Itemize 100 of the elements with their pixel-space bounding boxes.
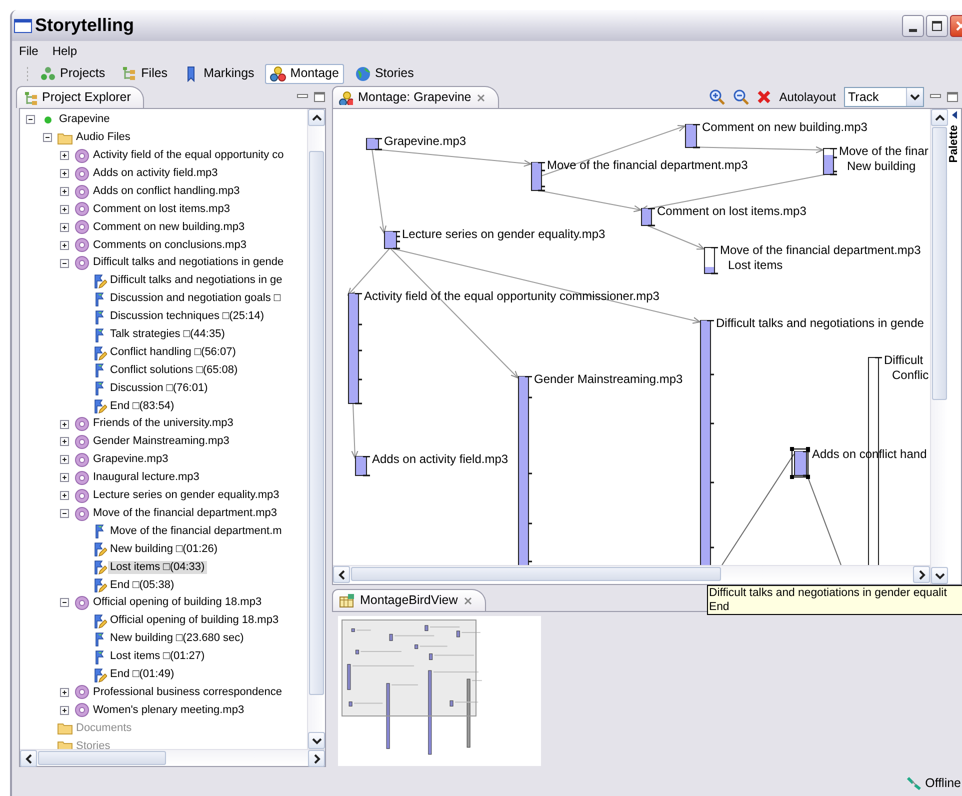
maximize-button[interactable] (926, 14, 948, 36)
audio-track-bar[interactable] (700, 320, 715, 565)
audio-track-bar[interactable] (366, 138, 383, 151)
perspective-button[interactable]: Markings (178, 64, 260, 84)
maximize-view-icon[interactable] (947, 92, 958, 102)
audio-track-bar[interactable] (704, 247, 719, 275)
tree-item[interactable]: Adds on conflict handling.mp3 (91, 184, 242, 198)
tree-item[interactable]: Discussion □(76:01) (108, 382, 210, 395)
audio-track-bar[interactable] (641, 208, 656, 227)
tree-item[interactable]: Grapevine (57, 113, 112, 127)
expand-toggle[interactable] (60, 437, 69, 446)
expand-toggle[interactable] (60, 169, 69, 178)
scroll-right-button[interactable] (308, 750, 325, 767)
scroll-up-button[interactable] (308, 109, 325, 126)
audio-track-bar[interactable] (794, 451, 811, 477)
maximize-view-icon[interactable] (314, 92, 325, 102)
horizontal-scrollbar[interactable] (333, 565, 930, 582)
expand-toggle[interactable] (60, 598, 69, 608)
vertical-scrollbar[interactable] (307, 109, 325, 749)
layout-select[interactable]: Track (844, 87, 924, 107)
tree-item[interactable]: Women's plenary meeting.mp3 (91, 704, 246, 717)
tree-item[interactable]: Conflict solutions □(65:08) (108, 364, 240, 377)
tree-item[interactable]: Difficult talks and negotiations in ge (108, 274, 284, 288)
tree-item[interactable]: Comments on conclusions.mp3 (91, 238, 248, 252)
menu-item[interactable]: Help (51, 44, 78, 58)
audio-track-bar[interactable] (348, 293, 363, 405)
view-tab[interactable]: Project Explorer (16, 86, 144, 108)
expand-toggle[interactable] (60, 222, 69, 232)
scroll-left-button[interactable] (20, 750, 37, 767)
expand-toggle[interactable] (60, 258, 69, 268)
tree-item[interactable]: Move of the financial department.m (108, 524, 284, 538)
expand-toggle[interactable] (60, 420, 69, 429)
tree-item[interactable]: Talk strategies □(44:35) (108, 328, 227, 342)
audio-track-bar[interactable] (518, 376, 533, 565)
tree-item[interactable]: Adds on activity field.mp3 (91, 167, 220, 180)
audio-track-bar[interactable] (355, 456, 371, 477)
audio-track-bar[interactable] (685, 124, 701, 149)
tree-item[interactable]: Grapevine.mp3 (91, 453, 170, 466)
scroll-down-button[interactable] (931, 567, 948, 584)
tree-item[interactable]: Lost items □(04:33) (108, 560, 207, 574)
expand-toggle[interactable] (60, 455, 69, 464)
tree-item[interactable]: Friends of the university.mp3 (91, 417, 236, 431)
scroll-thumb[interactable] (351, 567, 721, 581)
scroll-down-button[interactable] (308, 732, 325, 749)
tree-item[interactable]: Discussion techniques □(25:14) (108, 310, 266, 324)
audio-track-bar[interactable] (823, 148, 838, 176)
tree-item[interactable]: Lost items □(01:27) (108, 650, 207, 664)
tree-item[interactable]: New building □(23.680 sec) (108, 632, 246, 646)
scroll-right-button[interactable] (913, 566, 930, 583)
collapse-arrow-icon[interactable] (952, 111, 958, 119)
tree-item[interactable]: Official opening of building 18.mp3 (91, 596, 264, 610)
tree-item[interactable]: Inaugural lecture.mp3 (91, 471, 202, 484)
perspective-button[interactable]: Projects (35, 64, 110, 84)
perspective-button[interactable]: Files (116, 64, 173, 84)
tree-item[interactable]: Move of the financial department.mp3 (91, 506, 280, 520)
selection-handles[interactable] (790, 447, 810, 479)
vertical-scrollbar[interactable] (930, 109, 948, 584)
close-icon[interactable] (462, 596, 473, 606)
expand-toggle[interactable] (60, 473, 69, 482)
audio-track-bar[interactable] (531, 162, 546, 192)
expand-toggle[interactable] (60, 509, 69, 518)
tree-item[interactable]: Difficult talks and negotiations in gende (91, 256, 286, 270)
scroll-thumb[interactable] (932, 127, 947, 400)
expand-toggle[interactable] (60, 688, 69, 697)
audio-track-bar[interactable] (384, 231, 401, 250)
tree-item[interactable]: Audio Files (74, 131, 132, 144)
menu-item[interactable]: File (18, 44, 40, 58)
tree-item[interactable]: Comment on lost items.mp3 (91, 202, 232, 216)
tree-item[interactable]: Professional business correspondence (91, 686, 284, 700)
tree-item[interactable]: Comment on new building.mp3 (91, 220, 247, 234)
palette-label[interactable]: Palette (948, 125, 962, 163)
perspective-button[interactable]: Montage (265, 64, 344, 84)
tree-item[interactable]: End □(83:54) (108, 400, 176, 413)
tree-item[interactable]: Lecture series on gender equality.mp3 (91, 489, 282, 502)
tree-item[interactable]: Gender Mainstreaming.mp3 (91, 435, 232, 449)
expand-toggle[interactable] (60, 204, 69, 214)
tree-item[interactable]: End □(05:38) (108, 578, 176, 592)
delete-icon[interactable] (757, 90, 772, 104)
editor-tab[interactable]: Montage: Grapevine (332, 86, 500, 108)
overview-drawing[interactable] (338, 616, 541, 766)
scroll-left-button[interactable] (333, 566, 350, 583)
perspective-button[interactable]: Stories (350, 64, 419, 84)
tree-item[interactable]: Conflict handling □(56:07) (108, 346, 238, 360)
autolayout-button[interactable]: Autolayout (779, 90, 836, 104)
expand-toggle[interactable] (60, 491, 69, 500)
expand-toggle[interactable] (60, 187, 69, 196)
scroll-thumb[interactable] (38, 751, 166, 765)
tree-item[interactable]: Activity field of the equal opportunity co (91, 149, 286, 162)
tree-item[interactable]: Official opening of building 18.mp3 (108, 614, 281, 628)
tree-item[interactable]: Discussion and negotiation goals □ (108, 292, 283, 306)
zoom-in-icon[interactable] (709, 89, 726, 105)
tree-item[interactable]: End □(01:49) (108, 668, 176, 682)
expand-toggle[interactable] (60, 706, 69, 715)
close-icon[interactable] (476, 92, 486, 102)
expand-toggle[interactable] (26, 115, 35, 124)
scroll-up-button[interactable] (931, 109, 948, 126)
view-tab[interactable]: MontageBirdView (332, 589, 486, 611)
minimize-button[interactable] (902, 14, 924, 36)
scroll-thumb[interactable] (309, 151, 324, 695)
expand-toggle[interactable] (60, 151, 69, 160)
